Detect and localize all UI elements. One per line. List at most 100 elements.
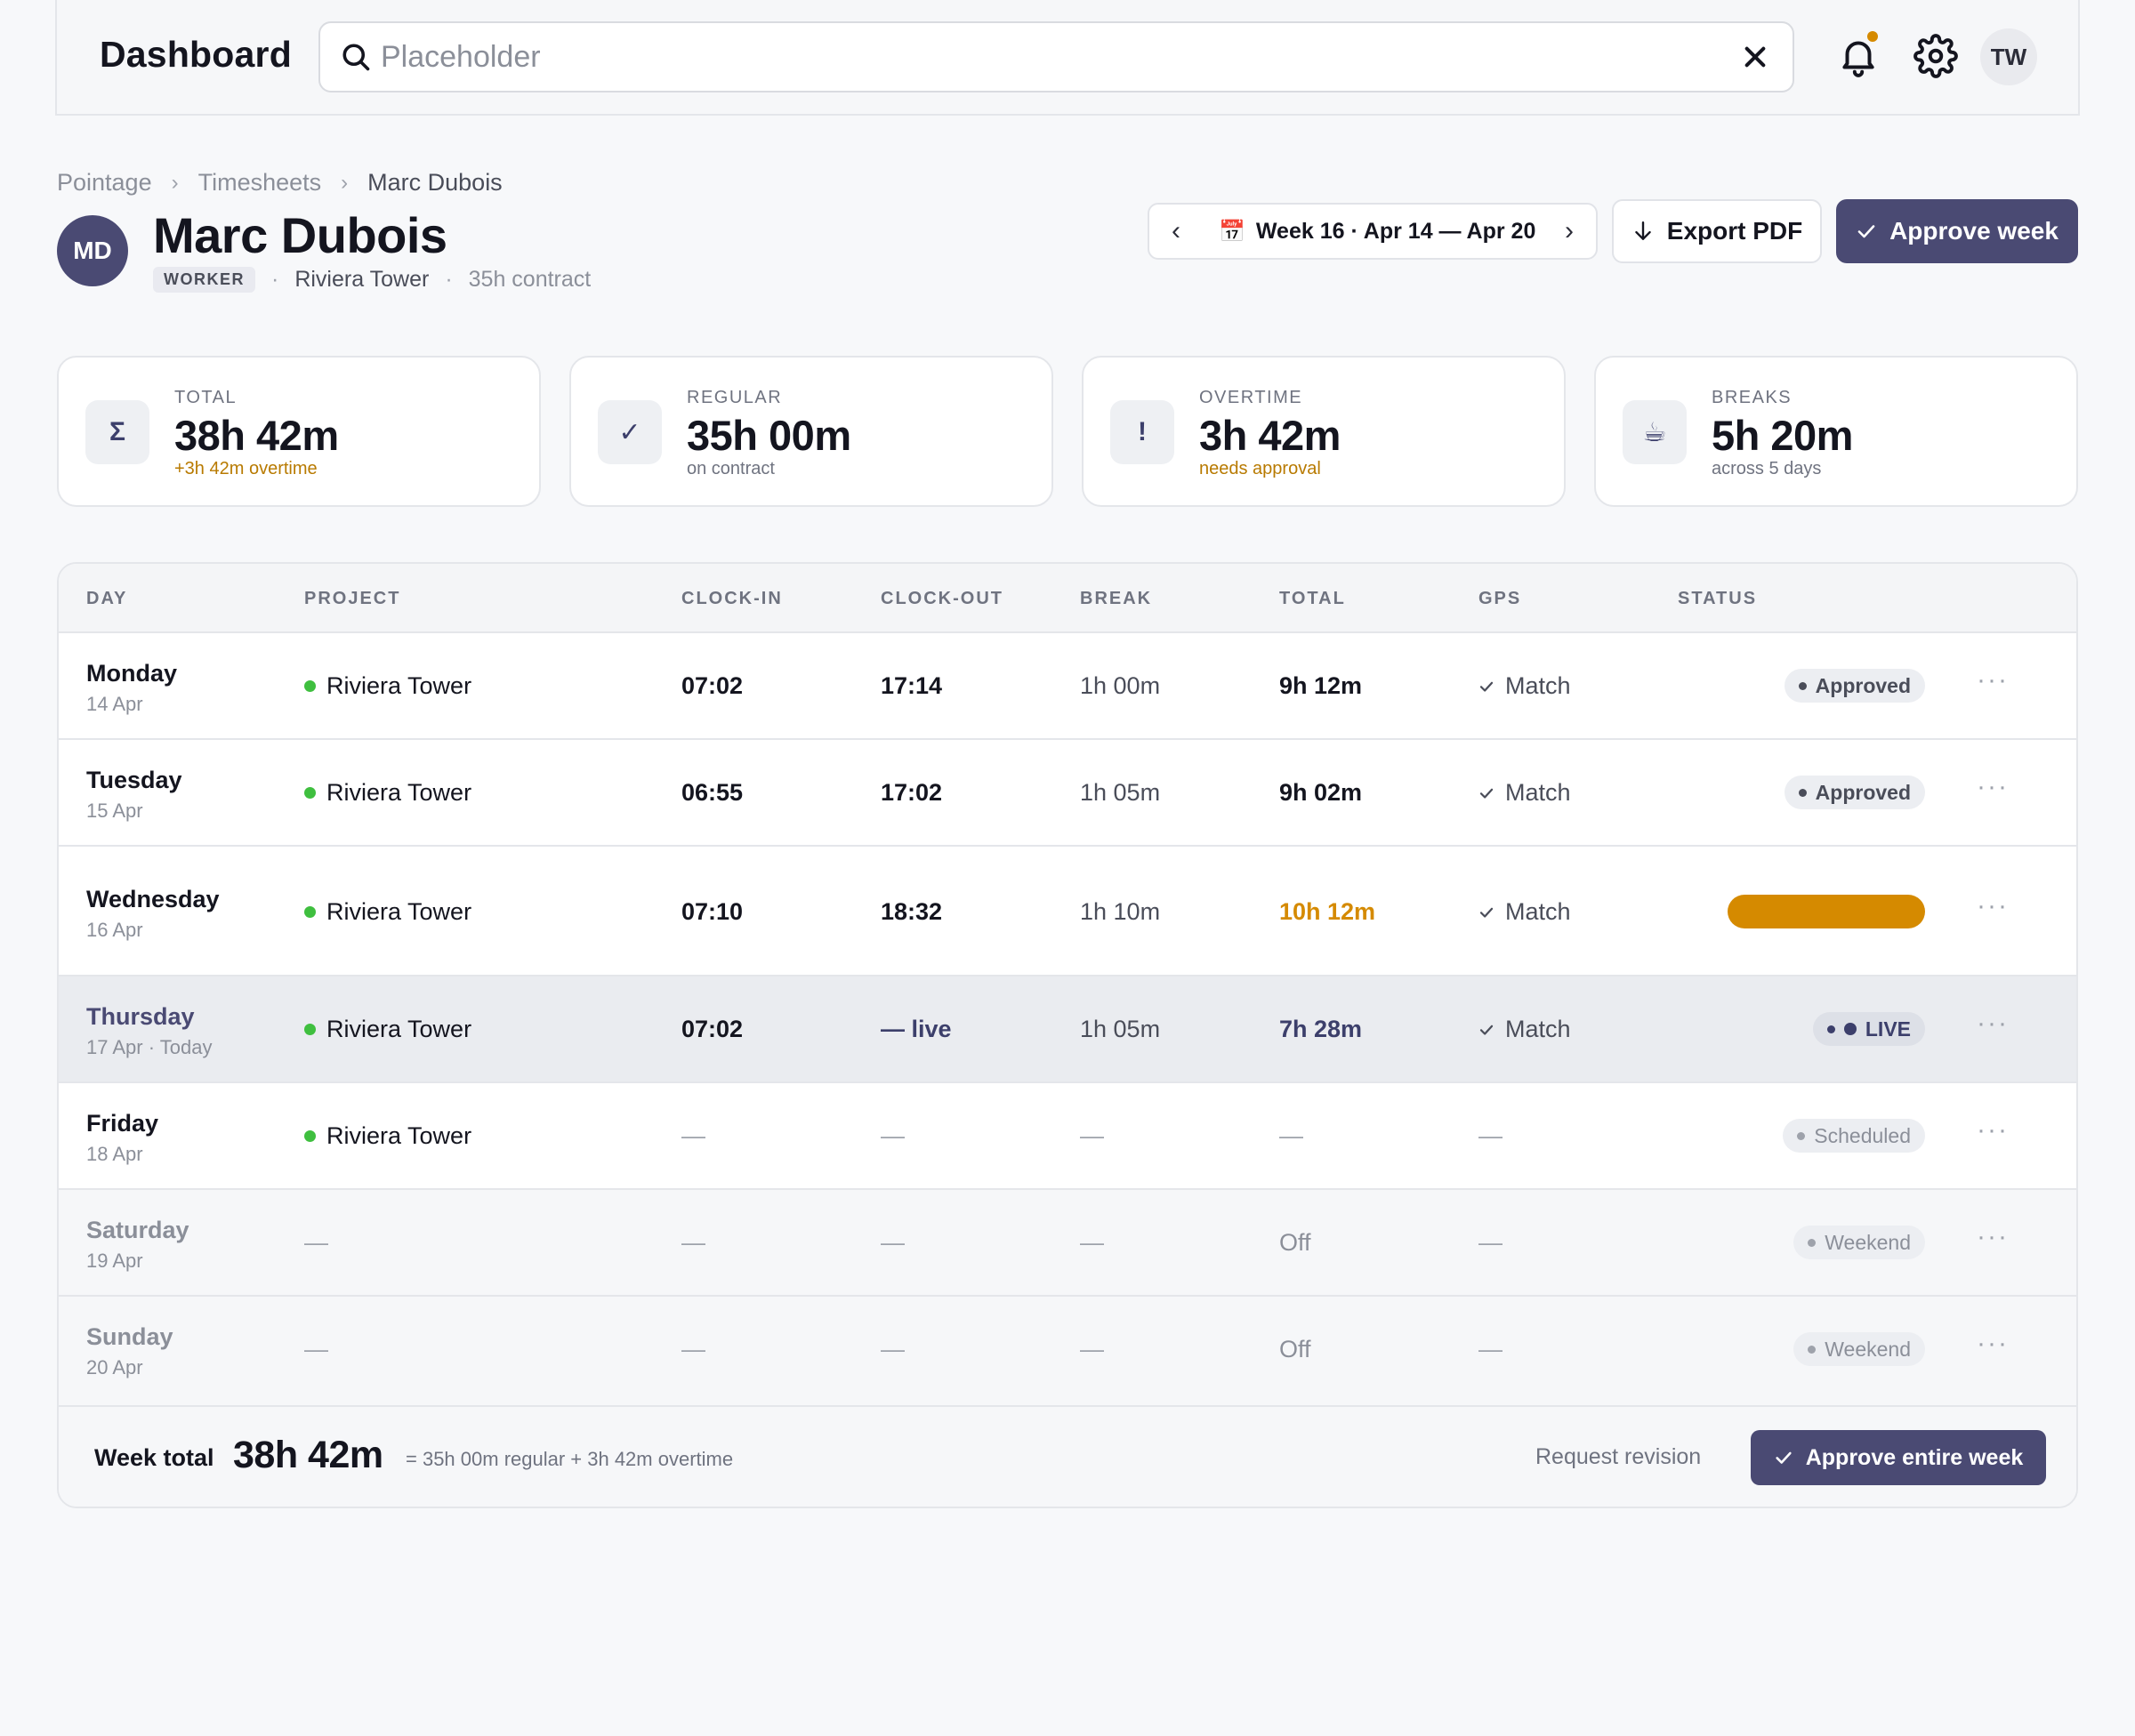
calendar-icon: 📅 [1219, 220, 1245, 244]
check-icon [1479, 907, 1494, 918]
stat-label: OVERTIME [1199, 388, 1303, 407]
app-title: Dashboard [100, 34, 292, 75]
column-header-gps: GPS [1478, 589, 1522, 608]
clock-in: 06:55 [681, 779, 744, 806]
clock-in: 07:02 [681, 672, 744, 699]
check-icon [1857, 225, 1875, 238]
stat-value: 38h 42m [174, 412, 339, 459]
settings-button[interactable] [1913, 34, 1958, 78]
status-badge: Weekend [1793, 1226, 1925, 1259]
overtime-status-badge[interactable] [1728, 895, 1925, 928]
table-header: DAY PROJECT CLOCK-IN CLOCK-OUT BREAK TOT… [59, 564, 2076, 633]
clock-out: 18:32 [881, 898, 943, 925]
column-header-clock-out: CLOCK-OUT [881, 589, 1003, 608]
project-name: Riviera Tower [326, 1016, 472, 1042]
search-icon [342, 44, 370, 71]
clock-in: — [681, 1336, 705, 1362]
table-row[interactable]: Friday 18 Apr Riviera Tower — — — — — Sc… [59, 1083, 2076, 1190]
table-row[interactable]: Saturday 19 Apr — — — — Off — Weekend ··… [59, 1190, 2076, 1297]
stat-card-total: Σ TOTAL 38h 42m +3h 42m overtime [57, 356, 541, 507]
day-total: 7h 28m [1279, 1016, 1363, 1042]
table-row[interactable]: Sunday 20 Apr — — — — Off — Weekend ··· [59, 1297, 2076, 1407]
sigma-icon: Σ [85, 400, 149, 464]
column-header-break: BREAK [1080, 589, 1153, 608]
project-status-dot [304, 1024, 316, 1035]
day-cell: Monday 14 Apr [86, 660, 177, 716]
week-total-label: Week total [94, 1444, 214, 1471]
table-row[interactable]: Wednesday 16 Apr Riviera Tower 07:10 18:… [59, 847, 2076, 976]
gps-status: — [1478, 1122, 1503, 1149]
gps-status: Match [1505, 1016, 1571, 1042]
table-footer: Week total 38h 42m = 35h 00m regular + 3… [59, 1407, 2076, 1507]
break-duration: 1h 05m [1080, 1016, 1161, 1042]
stat-sub: on contract [687, 459, 775, 478]
column-header-clock-in: CLOCK-IN [681, 589, 783, 608]
project-name: — [304, 1229, 328, 1256]
status-label: LIVE [1865, 1017, 1911, 1041]
gps-cell: Match [1478, 898, 1571, 926]
project-cell: Riviera Tower [304, 898, 471, 926]
search-box[interactable] [318, 21, 1794, 92]
request-revision-button[interactable]: Request revision [1535, 1444, 1701, 1470]
employee-contract: 35h contract [468, 267, 592, 292]
top-bar: Dashboard TW [55, 0, 2080, 116]
more-options-icon[interactable]: ··· [1977, 1009, 2009, 1039]
day-name: Saturday [86, 1217, 189, 1243]
more-options-icon[interactable]: ··· [1977, 665, 2009, 695]
more-options-icon[interactable]: ··· [1977, 1115, 2009, 1145]
stat-card-overtime: ! OVERTIME 3h 42m needs approval [1082, 356, 1566, 507]
status-dot [1808, 1238, 1817, 1247]
table-row-today[interactable]: Thursday 17 Apr · Today Riviera Tower 07… [59, 976, 2076, 1083]
week-label[interactable]: 📅 Week 16 · Apr 14 — Apr 20 [1219, 219, 1535, 245]
day-cell: Saturday 19 Apr [86, 1217, 189, 1273]
stat-value: 3h 42m [1199, 412, 1341, 459]
breadcrumb-timesheets[interactable]: Timesheets [198, 169, 322, 197]
status-badge: Approved [1784, 669, 1925, 703]
project-name: — [304, 1336, 328, 1362]
check-icon [1479, 788, 1494, 799]
export-pdf-label: Export PDF [1666, 217, 1803, 245]
day-cell: Friday 18 Apr [86, 1110, 158, 1166]
day-total: 9h 02m [1279, 779, 1363, 806]
project-status-dot [304, 680, 316, 692]
notifications-button[interactable] [1836, 31, 1881, 78]
more-options-icon[interactable]: ··· [1977, 891, 2009, 921]
status-label: Weekend [1825, 1230, 1911, 1254]
gps-cell: Match [1478, 672, 1571, 700]
stat-value: 5h 20m [1712, 412, 1853, 459]
stat-card-breaks: ☕ BREAKS 5h 20m across 5 days [1594, 356, 2078, 507]
day-total: Off [1279, 1336, 1311, 1362]
table-row[interactable]: Tuesday 15 Apr Riviera Tower 06:55 17:02… [59, 740, 2076, 847]
live-dot [1843, 1023, 1857, 1035]
close-icon[interactable] [1741, 43, 1769, 71]
gps-status: Match [1505, 898, 1571, 925]
check-icon [1479, 681, 1494, 692]
employee-meta: WORKER · Riviera Tower · 35h contract [153, 267, 591, 293]
day-date: 18 Apr [86, 1143, 143, 1165]
status-dot [1798, 788, 1807, 797]
break-duration: — [1080, 1336, 1104, 1362]
more-options-icon[interactable]: ··· [1977, 1222, 2009, 1252]
week-picker: ‹ 📅 Week 16 · Apr 14 — Apr 20 › [1148, 203, 1598, 260]
breadcrumb-pointage[interactable]: Pointage [57, 169, 152, 197]
chevron-left-icon[interactable]: ‹ [1162, 217, 1190, 245]
day-name: Tuesday [86, 767, 182, 793]
approve-entire-week-button[interactable]: Approve entire week [1751, 1430, 2046, 1485]
chevron-right-icon[interactable]: › [1555, 217, 1583, 245]
day-total: Off [1279, 1229, 1311, 1256]
table-row[interactable]: Monday 14 Apr Riviera Tower 07:02 17:14 … [59, 633, 2076, 740]
coffee-icon: ☕ [1623, 400, 1687, 464]
notification-dot [1867, 31, 1878, 42]
more-options-icon[interactable]: ··· [1977, 772, 2009, 802]
gps-cell: Match [1478, 1016, 1571, 1043]
approve-week-button[interactable]: Approve week [1836, 199, 2078, 263]
project-name: Riviera Tower [326, 672, 472, 699]
search-input[interactable] [381, 34, 1697, 80]
column-header-day: DAY [86, 589, 128, 608]
more-options-icon[interactable]: ··· [1977, 1329, 2009, 1359]
stat-sub: +3h 42m overtime [174, 459, 318, 478]
day-total: 9h 12m [1279, 672, 1363, 699]
user-avatar[interactable]: TW [1980, 28, 2037, 85]
day-name: Friday [86, 1110, 159, 1137]
export-pdf-button[interactable]: Export PDF [1612, 199, 1822, 263]
